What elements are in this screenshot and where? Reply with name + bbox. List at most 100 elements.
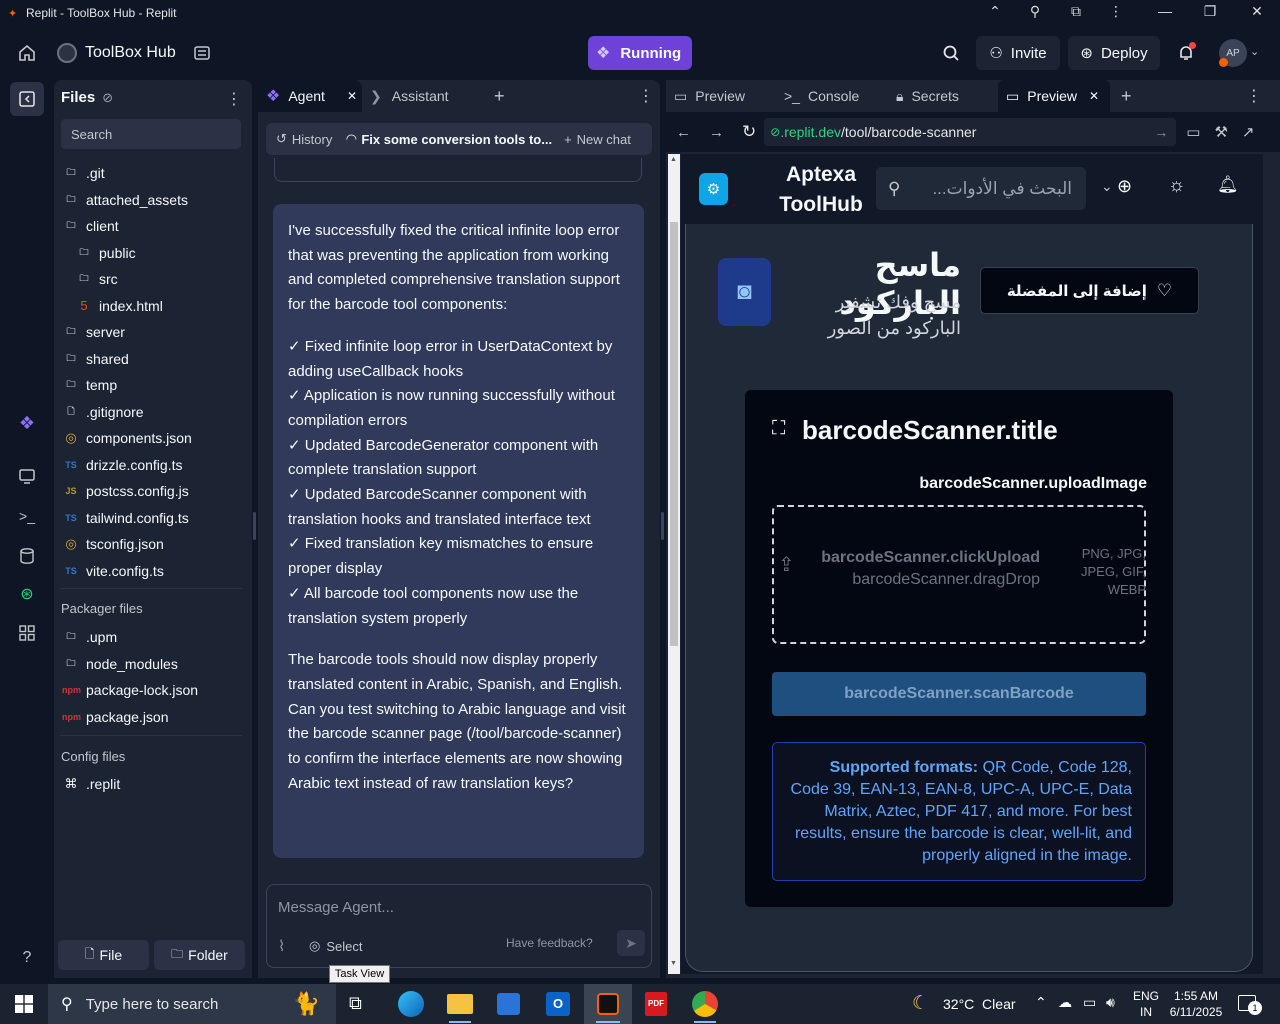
notification-center-icon[interactable]: 1 — [1238, 995, 1262, 1015]
open-arrow-icon[interactable]: → — [1154, 124, 1168, 140]
message-input-box[interactable]: Message Agent... ⌇ ◎ Select Have feedbac… — [266, 884, 652, 968]
help-icon[interactable]: ? — [11, 942, 43, 974]
new-chat-button[interactable]: + New chat — [564, 132, 631, 147]
webview-scrollbar[interactable] — [1263, 154, 1271, 974]
microsoft-store-icon[interactable] — [497, 993, 520, 1015]
close-tab-icon[interactable]: ✕ — [1089, 89, 1099, 103]
site-bell-icon[interactable]: 🔔︎ — [1217, 175, 1239, 195]
file-tree-item[interactable]: ◎ components.json — [62, 426, 192, 450]
tab-preview-1[interactable]: ▭ Preview — [674, 80, 745, 112]
language-chevron-down-icon[interactable]: ⌄ — [1101, 178, 1113, 195]
new-tab-plus-icon[interactable]: + — [494, 80, 505, 112]
start-button[interactable] — [0, 984, 48, 1024]
replit-app-active-tab[interactable] — [584, 984, 632, 1024]
file-tree-item[interactable]: 🗋 .gitignore — [62, 400, 143, 424]
close-tab-icon[interactable]: ✕ — [347, 89, 357, 103]
site-search-input[interactable]: ⚲ البحث في الأدوات... — [876, 167, 1086, 210]
send-button[interactable]: ➤ — [617, 930, 645, 956]
pdf-app-icon[interactable]: PDF — [645, 992, 667, 1016]
tab-console[interactable]: >_ Console — [784, 80, 859, 112]
history-button[interactable]: ↺ History — [276, 131, 332, 147]
deploy-button[interactable]: ⊛ Deploy — [1068, 36, 1160, 70]
devtools-wrench-icon[interactable]: ⚒ — [1214, 123, 1227, 141]
panel-resize-handle[interactable] — [661, 512, 664, 540]
theme-sun-icon[interactable]: ☼ — [1168, 175, 1185, 197]
feedback-link[interactable]: Have feedback? — [506, 936, 593, 950]
file-tree-item[interactable]: 🗀 public — [75, 241, 135, 265]
home-icon[interactable] — [11, 37, 43, 69]
new-folder-button[interactable]: 🗀 Folder — [154, 940, 245, 970]
chat-title[interactable]: ◠ Fix some conversion tools to... — [346, 131, 552, 147]
file-tree-item[interactable]: 🗀 .upm — [62, 625, 117, 649]
file-explorer-icon[interactable] — [447, 994, 473, 1014]
console-tool-icon[interactable]: >_ — [11, 500, 43, 532]
search-icon[interactable] — [935, 37, 967, 69]
task-view-icon[interactable]: ⧉ — [349, 993, 362, 1014]
tab-assistant[interactable]: ❯ Assistant — [370, 80, 485, 112]
deployments-tool-icon[interactable]: ⊛ — [11, 578, 43, 610]
input-language-indicator[interactable]: ENG IN — [1132, 988, 1160, 1020]
scroll-up-arrow-icon[interactable]: ▲ — [670, 156, 677, 163]
weather-text[interactable]: 32°C Clear — [943, 996, 1016, 1012]
tab-agent[interactable]: ❖ Agent ✕ — [258, 80, 362, 112]
maximize-button[interactable]: ❐ — [1200, 3, 1220, 23]
minimize-button[interactable]: — — [1155, 3, 1175, 23]
database-tool-icon[interactable] — [11, 540, 43, 572]
back-arrow-icon[interactable]: ← — [676, 124, 691, 141]
add-favorite-button[interactable]: إضافة إلى المفضلة ♡ — [980, 267, 1199, 314]
file-tree-item[interactable]: TS vite.config.ts — [62, 559, 164, 583]
new-file-button[interactable]: 🗋 File — [58, 940, 149, 970]
file-tree-item[interactable]: ⌘ .replit — [62, 772, 121, 796]
new-tab-plus-icon[interactable]: + — [1121, 80, 1132, 112]
file-tree-item[interactable]: 🗀 shared — [62, 347, 128, 371]
zoom-icon[interactable]: ⚲ — [1025, 3, 1045, 23]
file-tree-item[interactable]: 5 index.html — [75, 294, 162, 318]
more-menu-icon[interactable]: ⋮ — [1106, 3, 1126, 23]
select-element-button[interactable]: ◎ Select — [309, 938, 362, 954]
attach-paperclip-icon[interactable]: ⌇ — [278, 937, 285, 955]
tray-chevron-up-icon[interactable]: ⌃ — [1035, 994, 1047, 1011]
agent-tool-icon[interactable]: ❖ — [11, 407, 43, 439]
avatar-chevron-down-icon[interactable]: ⌄ — [1250, 45, 1259, 58]
toggle-sidebar-icon[interactable] — [10, 82, 44, 116]
file-tree-item[interactable]: 🗀 client — [62, 214, 118, 238]
reload-icon[interactable]: ↻ — [742, 122, 756, 142]
files-menu-icon[interactable]: ⋮ — [226, 89, 242, 109]
onedrive-icon[interactable]: ☁ — [1058, 994, 1072, 1011]
chrome-icon[interactable] — [692, 991, 718, 1017]
extensions-icon[interactable]: ⧉ — [1066, 3, 1086, 23]
all-tools-grid-icon[interactable] — [11, 617, 43, 649]
project-menu-icon[interactable] — [186, 37, 218, 69]
file-tree-item[interactable]: 🗀 src — [75, 267, 117, 291]
file-tree-item[interactable]: 🗀 node_modules — [62, 652, 177, 676]
preview-panel-menu-icon[interactable]: ⋮ — [1246, 80, 1262, 112]
taskbar-search-box[interactable]: ⚲ Type here to search 🐈 — [48, 984, 336, 1024]
scroll-down-arrow-icon[interactable]: ▼ — [670, 960, 677, 967]
file-tree-item[interactable]: TS tailwind.config.ts — [62, 506, 188, 530]
file-tree-item[interactable]: JS postcss.config.js — [62, 479, 188, 503]
agent-panel-menu-icon[interactable]: ⋮ — [638, 80, 654, 112]
run-button[interactable]: ❖ Running — [588, 36, 692, 70]
user-avatar[interactable]: AP — [1219, 39, 1247, 67]
chevron-up-icon[interactable]: ⌃ — [985, 3, 1005, 23]
preview-scrollbar[interactable]: ▲ ▼ — [668, 154, 680, 974]
file-tree-item[interactable]: TS drizzle.config.ts — [62, 453, 182, 477]
devices-icon[interactable]: ▭ — [1186, 123, 1200, 141]
site-logo-text[interactable]: Aptexa ToolHub — [773, 160, 869, 220]
file-tree-item[interactable]: ◎ tsconfig.json — [62, 532, 164, 556]
url-input[interactable]: ⊘ .replit.dev /tool/barcode-scanner → — [764, 118, 1177, 146]
site-logo-icon[interactable]: ⚙ — [699, 173, 728, 205]
project-selector[interactable]: ToolBox Hub — [57, 43, 176, 63]
scrollbar-thumb[interactable] — [670, 222, 678, 646]
panel-resize-handle[interactable] — [253, 512, 256, 540]
file-tree-item[interactable]: 🗀 attached_assets — [62, 188, 187, 212]
tab-preview-2[interactable]: ▭ Preview ✕ — [998, 80, 1110, 112]
file-tree-item[interactable]: 🗀 temp — [62, 373, 117, 397]
clock[interactable]: 1:55 AM 6/11/2025 — [1166, 988, 1226, 1020]
open-new-window-icon[interactable]: ↗ — [1242, 123, 1255, 141]
upload-dropzone[interactable]: ⇪ barcodeScanner.clickUpload barcodeScan… — [772, 505, 1146, 644]
scan-barcode-button[interactable]: barcodeScanner.scanBarcode — [772, 672, 1146, 716]
weather-moon-icon[interactable]: ☾ — [912, 992, 929, 1015]
preview-tool-icon[interactable] — [11, 460, 43, 492]
forward-arrow-icon[interactable]: → — [709, 124, 724, 141]
